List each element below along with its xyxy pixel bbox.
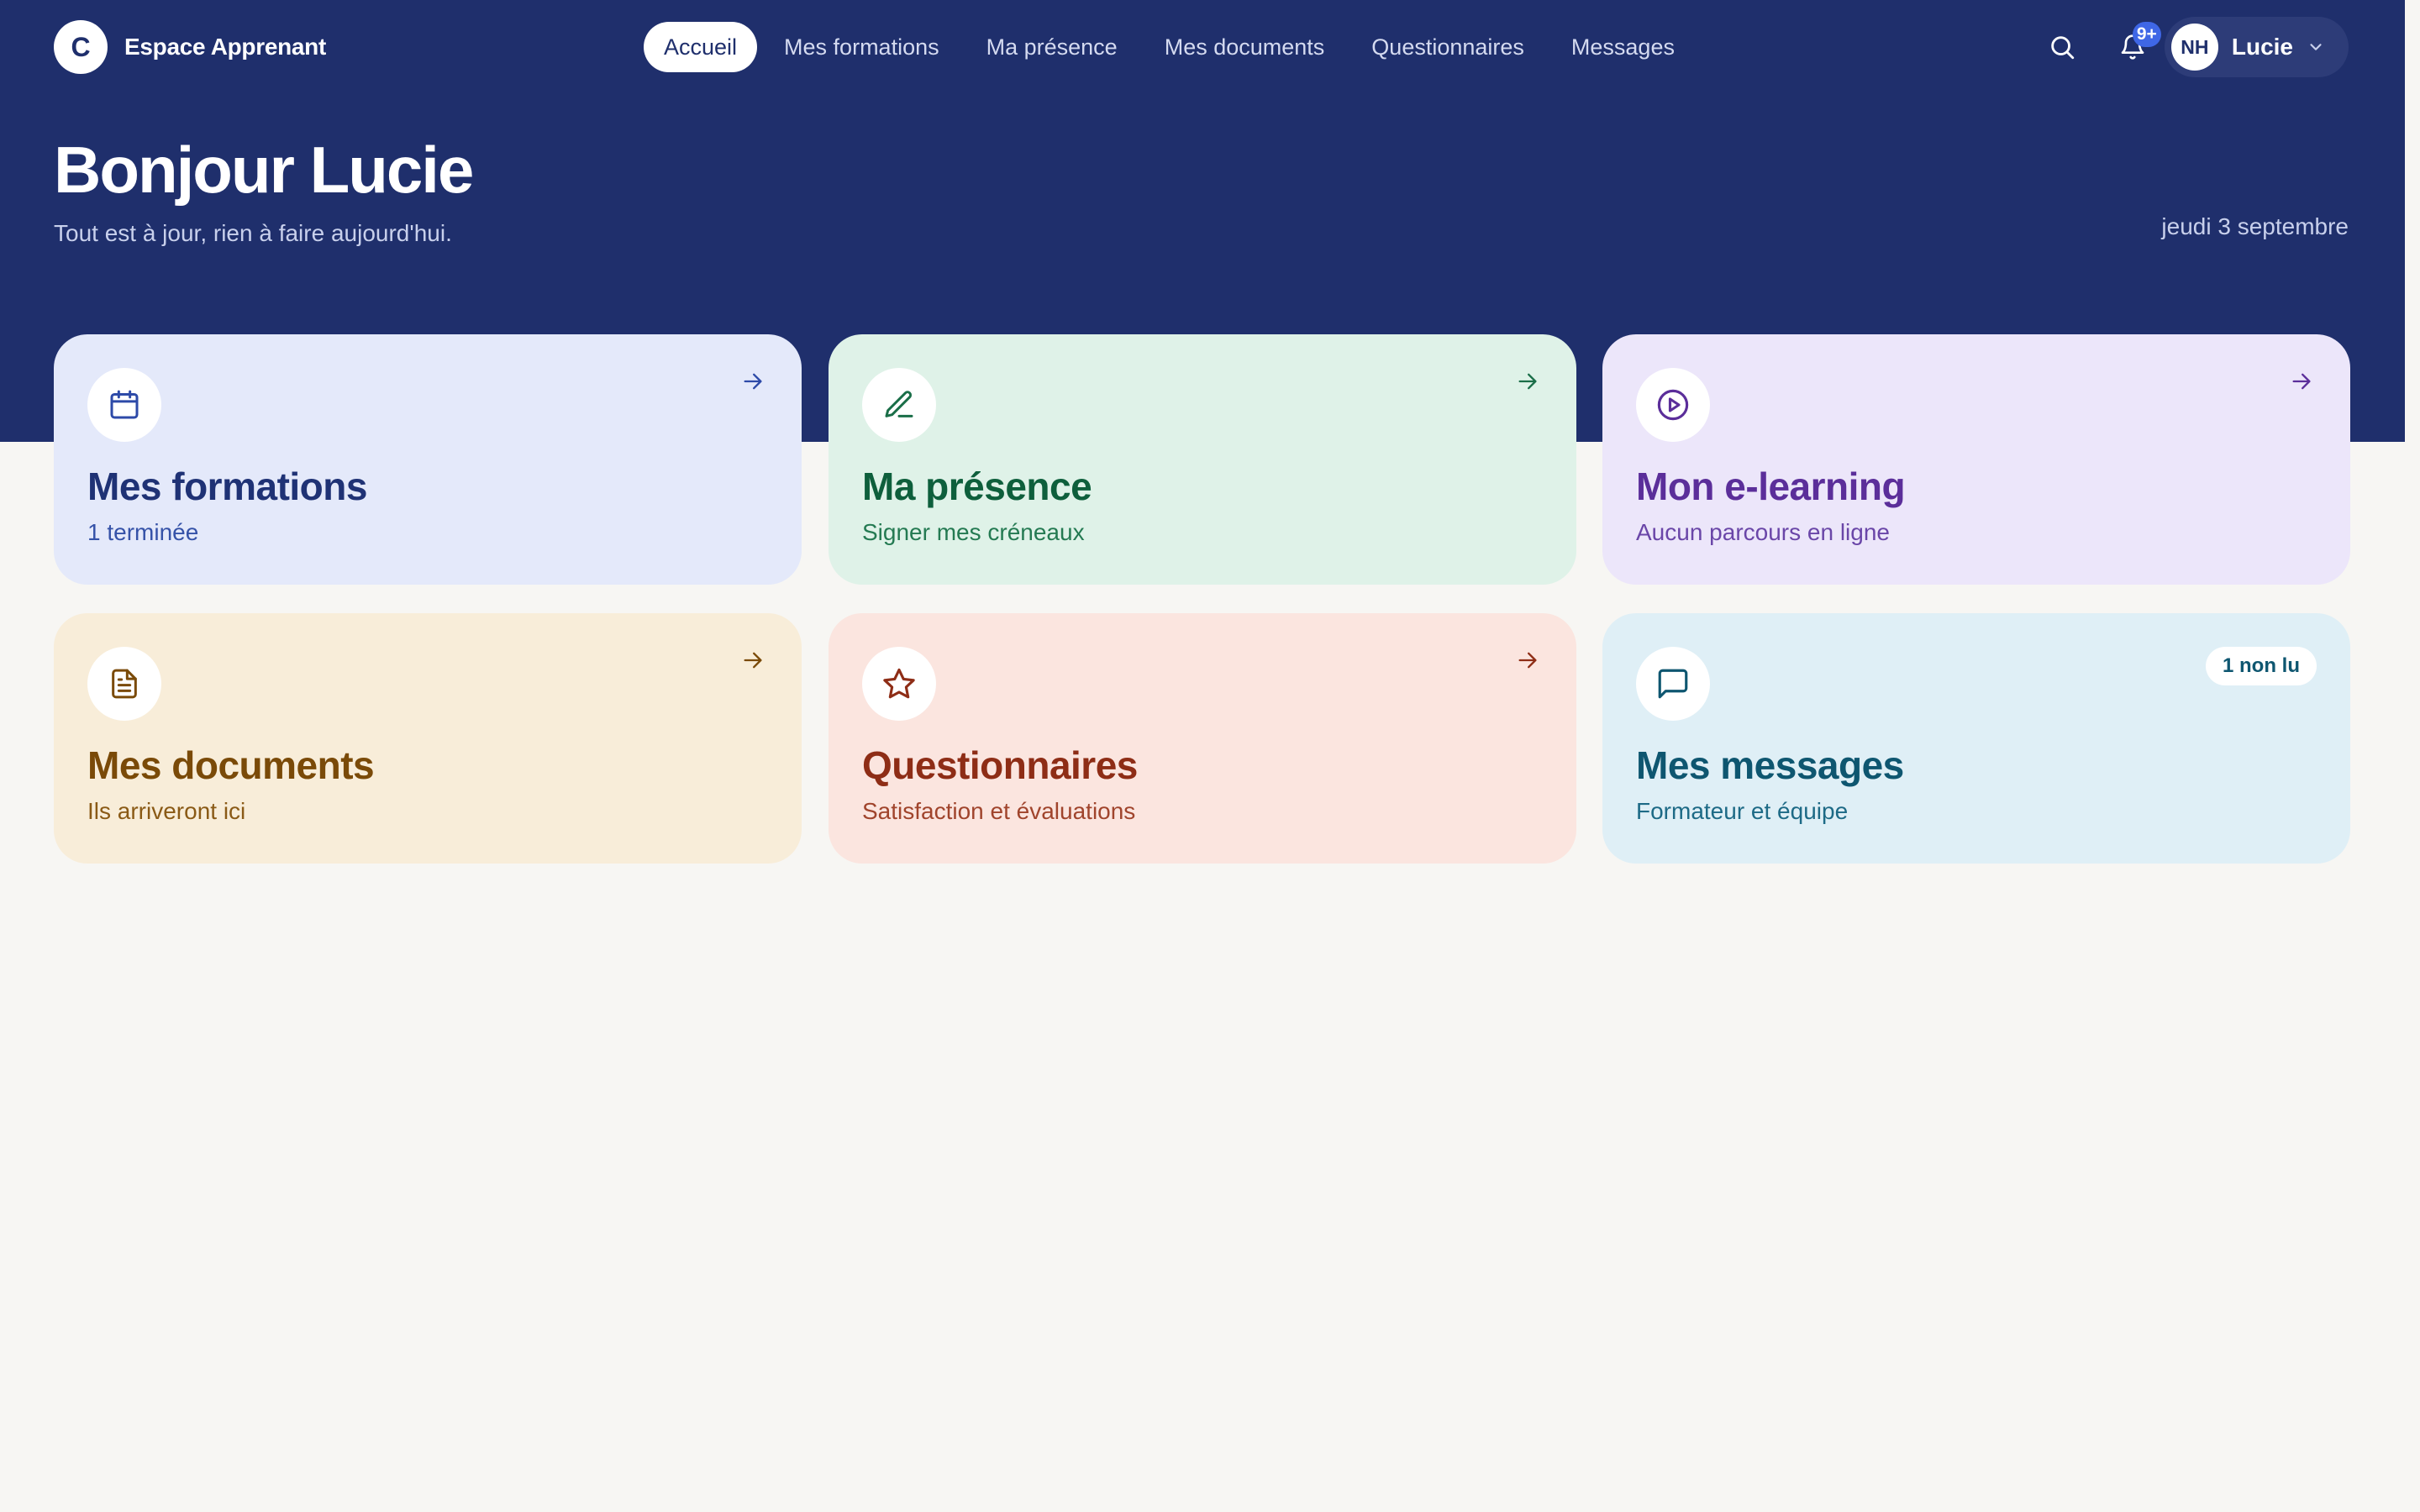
card-subtitle: Aucun parcours en ligne <box>1636 519 1890 545</box>
card-title: Ma présence <box>862 465 1092 508</box>
header-actions: 9+ NH Lucie <box>2035 17 2349 77</box>
scrollbar-track[interactable] <box>2405 0 2420 1512</box>
message-icon <box>1658 669 1688 699</box>
arrow-right-icon <box>744 652 762 669</box>
chevron-down-icon <box>2310 44 2322 50</box>
arrow-right-icon <box>2292 373 2311 390</box>
card-subtitle: Formateur et équipe <box>1636 798 1849 824</box>
card-questionnaires[interactable]: Questionnaires Satisfaction et évaluatio… <box>829 613 1576 864</box>
calendar-icon <box>110 390 139 419</box>
nav-item-mes-documents[interactable]: Mes documents <box>1144 22 1345 72</box>
card-mes-messages[interactable]: 1 non lu Mes messages Formateur et équip… <box>1602 613 2350 864</box>
nav-item-mes-formations[interactable]: Mes formations <box>764 22 960 72</box>
star-icon <box>883 668 915 699</box>
nav-item-accueil[interactable]: Accueil <box>644 22 758 72</box>
arrow-right-icon <box>1518 652 1537 669</box>
search-icon <box>2051 36 2075 60</box>
current-date: jeudi 3 septembre <box>2161 213 2349 239</box>
card-mon-e-learning[interactable]: Mon e-learning Aucun parcours en ligne <box>1602 334 2350 585</box>
card-ma-presence[interactable]: Ma présence Signer mes créneaux <box>829 334 1576 585</box>
main-nav: Accueil Mes formations Ma présence Mes d… <box>644 22 1695 72</box>
greeting-subtitle: Tout est à jour, rien à faire aujourd'hu… <box>54 220 452 246</box>
card-title: Mes messages <box>1636 743 1904 787</box>
greeting-title: Bonjour Lucie <box>54 133 474 207</box>
unread-badge: 1 non lu <box>2206 647 2317 685</box>
document-icon <box>112 669 137 699</box>
card-title: Questionnaires <box>862 743 1138 787</box>
nav-item-messages[interactable]: Messages <box>1551 22 1695 72</box>
pen-icon <box>885 391 913 417</box>
nav-item-ma-presence[interactable]: Ma présence <box>966 22 1138 72</box>
avatar: NH <box>2170 24 2218 71</box>
brand-name: Espace Apprenant <box>124 34 327 60</box>
card-mes-documents[interactable]: Mes documents Ils arriveront ici <box>54 613 802 864</box>
card-title: Mes documents <box>87 743 375 787</box>
nav-item-questionnaires[interactable]: Questionnaires <box>1351 22 1544 72</box>
card-mes-formations[interactable]: Mes formations 1 terminée <box>54 334 802 585</box>
brand-logo: C <box>54 20 108 74</box>
card-title: Mon e-learning <box>1636 465 1906 508</box>
search-button[interactable] <box>2035 20 2089 74</box>
arrow-right-icon <box>744 373 762 390</box>
card-subtitle: Signer mes créneaux <box>862 519 1085 545</box>
card-subtitle: 1 terminée <box>87 519 199 545</box>
notification-count-badge: 9+ <box>2132 22 2161 47</box>
play-circle-icon <box>1657 389 1689 421</box>
notifications-button[interactable]: 9+ <box>2106 20 2161 74</box>
card-title: Mes formations <box>87 465 367 508</box>
user-name: Lucie <box>2231 34 2293 60</box>
top-bar: C Espace Apprenant Accueil Mes formation… <box>54 17 2349 77</box>
brand[interactable]: C Espace Apprenant <box>54 20 326 74</box>
card-subtitle: Ils arriveront ici <box>87 798 246 824</box>
card-subtitle: Satisfaction et évaluations <box>862 798 1136 824</box>
arrow-right-icon <box>1518 373 1537 390</box>
user-menu-button[interactable]: NH Lucie <box>2164 17 2349 77</box>
